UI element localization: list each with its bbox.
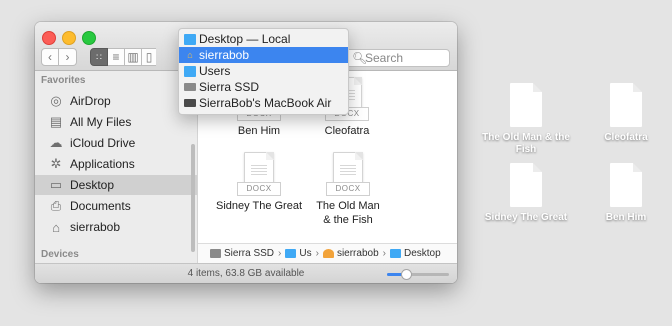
- file-extension-badge: DOCX: [237, 182, 281, 196]
- sidebar-item-label: Applications: [70, 157, 135, 171]
- home-icon: [322, 249, 334, 258]
- chevron-right-icon: ›: [278, 248, 282, 259]
- desktop-file-label: Sidney The Great: [484, 212, 568, 223]
- drive-icon: [210, 249, 221, 258]
- chevron-right-icon: ›: [65, 50, 70, 64]
- cover-flow-button[interactable]: ▯: [142, 48, 156, 66]
- docx-document-icon: DOCX: [326, 152, 370, 196]
- list-view-button[interactable]: ≡: [108, 48, 125, 66]
- status-bar: 4 items, 63.8 GB available: [35, 263, 457, 283]
- file-name: Sidney The Great: [215, 200, 302, 212]
- sidebar-item-label: iCloud Drive: [70, 136, 136, 150]
- documents-icon: ⎙: [50, 198, 62, 213]
- sidebar-item-documents[interactable]: ⎙ Documents: [35, 196, 197, 216]
- desktop-file-label: Ben Him: [605, 212, 647, 223]
- chevron-left-icon: ‹: [48, 50, 52, 64]
- folder-icon: [285, 249, 297, 258]
- cover-flow-icon: ▯: [145, 50, 153, 64]
- folder-icon: [184, 33, 196, 45]
- drive-icon: [184, 83, 196, 91]
- sidebar-item-all-my-files[interactable]: ▤ All My Files: [35, 112, 197, 132]
- menu-item-label: sierrabob: [199, 48, 250, 62]
- chevron-right-icon: ›: [315, 248, 319, 259]
- document-icon: [610, 83, 642, 127]
- sidebar-section-favorites: Favorites: [41, 75, 86, 86]
- desktop-file-sidney[interactable]: Sidney The Great: [476, 163, 576, 224]
- menu-item-label: Users: [199, 64, 231, 78]
- home-icon: ⌂: [187, 50, 193, 60]
- sidebar-item-label: Documents: [70, 199, 131, 213]
- menu-item-sierra-ssd[interactable]: Sierra SSD: [179, 79, 348, 95]
- path-segment-users[interactable]: Us: [299, 248, 311, 259]
- path-bar: Sierra SSD › Us › sierrabob › Desktop: [198, 243, 457, 263]
- sidebar-item-desktop[interactable]: ▭ Desktop: [35, 175, 197, 195]
- folder-icon: [389, 249, 401, 258]
- menu-item-desktop-local[interactable]: Desktop — Local: [179, 31, 348, 47]
- zoom-button[interactable]: [82, 31, 96, 45]
- menu-item-label: Sierra SSD: [199, 80, 260, 94]
- sidebar-item-label: Desktop: [70, 178, 115, 192]
- columns-icon: ▥: [127, 50, 139, 64]
- chevron-right-icon: ›: [382, 248, 386, 259]
- applications-icon: ✲: [50, 156, 62, 171]
- cloud-icon: ☁︎: [49, 135, 63, 150]
- document-icon: [510, 83, 542, 127]
- menu-item-label: Desktop — Local: [199, 32, 291, 46]
- file-item-the-old-man[interactable]: DOCX The Old Man & the Fish: [297, 152, 399, 227]
- sidebar-item-icloud-drive[interactable]: ☁︎ iCloud Drive: [35, 133, 197, 153]
- file-name: Ben Him: [237, 125, 281, 137]
- desktop-file-ben-him[interactable]: Ben Him: [576, 163, 672, 224]
- desktop-file-label: The Old Man & the Fish: [482, 132, 570, 155]
- minimize-button[interactable]: [62, 31, 76, 45]
- menu-item-label: SierraBob's MacBook Air: [199, 96, 332, 110]
- path-segment-desktop[interactable]: Desktop: [404, 248, 441, 259]
- sidebar-item-label: AirDrop: [70, 94, 111, 108]
- sidebar-item-sierrabob[interactable]: ⌂ sierrabob: [35, 217, 197, 237]
- menu-item-sierrabob[interactable]: ⌂ sierrabob: [179, 47, 348, 63]
- path-segment-sierra-ssd[interactable]: Sierra SSD: [224, 248, 274, 259]
- list-icon: ≡: [112, 50, 120, 64]
- icon-size-slider-knob[interactable]: [400, 269, 412, 280]
- menu-item-macbook-air[interactable]: SierraBob's MacBook Air: [179, 95, 348, 111]
- all-files-icon: ▤: [49, 114, 63, 129]
- icon-view-button[interactable]: ∷: [90, 48, 108, 66]
- menu-item-users[interactable]: Users: [179, 63, 348, 79]
- laptop-icon: [184, 99, 196, 107]
- search-placeholder: Search: [365, 51, 404, 65]
- file-item-sidney-the-great[interactable]: DOCX Sidney The Great: [209, 152, 309, 213]
- search-field[interactable]: 🔍︎ Search: [332, 49, 450, 67]
- path-popup-menu: Desktop — Local ⌂ sierrabob Users Sierra…: [178, 28, 349, 115]
- folder-icon: [184, 65, 196, 77]
- sidebar-item-label: All My Files: [70, 115, 132, 129]
- home-icon: ⌂: [52, 219, 60, 235]
- sidebar-item-applications[interactable]: ✲ Applications: [35, 154, 197, 174]
- sidebar: Favorites ◎ AirDrop ▤ All My Files ☁︎ iC…: [35, 71, 198, 263]
- document-icon: [510, 163, 542, 207]
- docx-document-icon: DOCX: [237, 152, 281, 196]
- desktop-file-cleofatra[interactable]: Cleofatra: [576, 83, 672, 144]
- sidebar-item-airdrop[interactable]: ◎ AirDrop: [35, 91, 197, 111]
- desktop-icon: ▭: [49, 177, 63, 192]
- desktop-file-the-old-man[interactable]: The Old Man & the Fish: [476, 83, 576, 156]
- column-view-button[interactable]: ▥: [125, 48, 142, 66]
- file-extension-badge: DOCX: [326, 182, 370, 196]
- airdrop-icon: ◎: [50, 93, 62, 108]
- path-segment-sierrabob[interactable]: sierrabob: [337, 248, 379, 259]
- close-button[interactable]: [42, 31, 56, 45]
- icon-size-slider[interactable]: [387, 269, 449, 280]
- sidebar-scrollbar[interactable]: [191, 144, 195, 252]
- document-icon: [610, 163, 642, 207]
- grid-icon: ∷: [96, 51, 102, 62]
- back-button[interactable]: ‹: [41, 48, 59, 66]
- desktop-file-label: Cleofatra: [604, 132, 648, 143]
- file-name: The Old Man & the Fish: [316, 200, 380, 226]
- sidebar-section-devices: Devices: [41, 249, 79, 260]
- sidebar-item-label: sierrabob: [70, 220, 121, 234]
- file-name: Cleofatra: [324, 125, 370, 137]
- forward-button[interactable]: ›: [59, 48, 77, 66]
- search-icon: 🔍︎: [352, 51, 368, 65]
